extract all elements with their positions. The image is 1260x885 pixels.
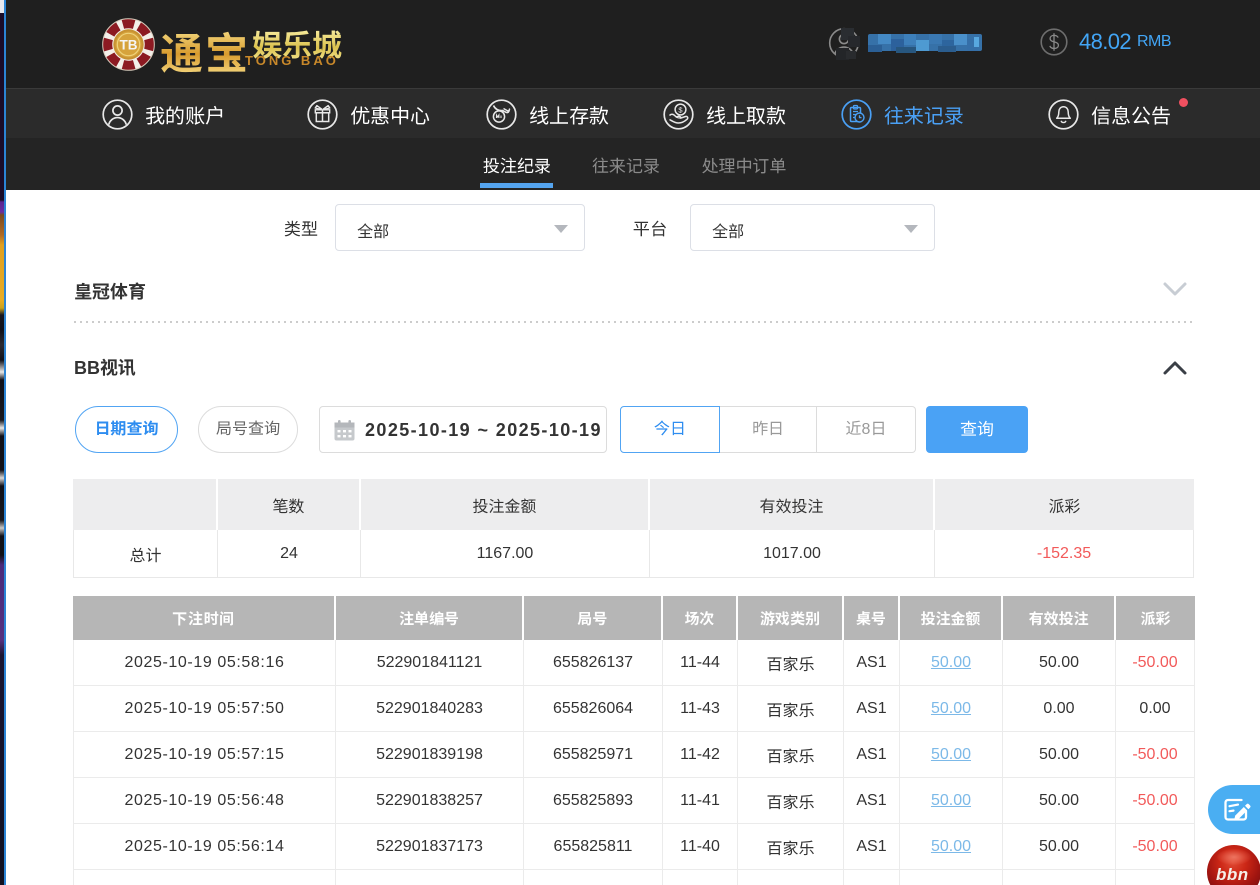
svg-text:TB: TB — [120, 38, 138, 53]
svg-text:$: $ — [678, 105, 683, 114]
